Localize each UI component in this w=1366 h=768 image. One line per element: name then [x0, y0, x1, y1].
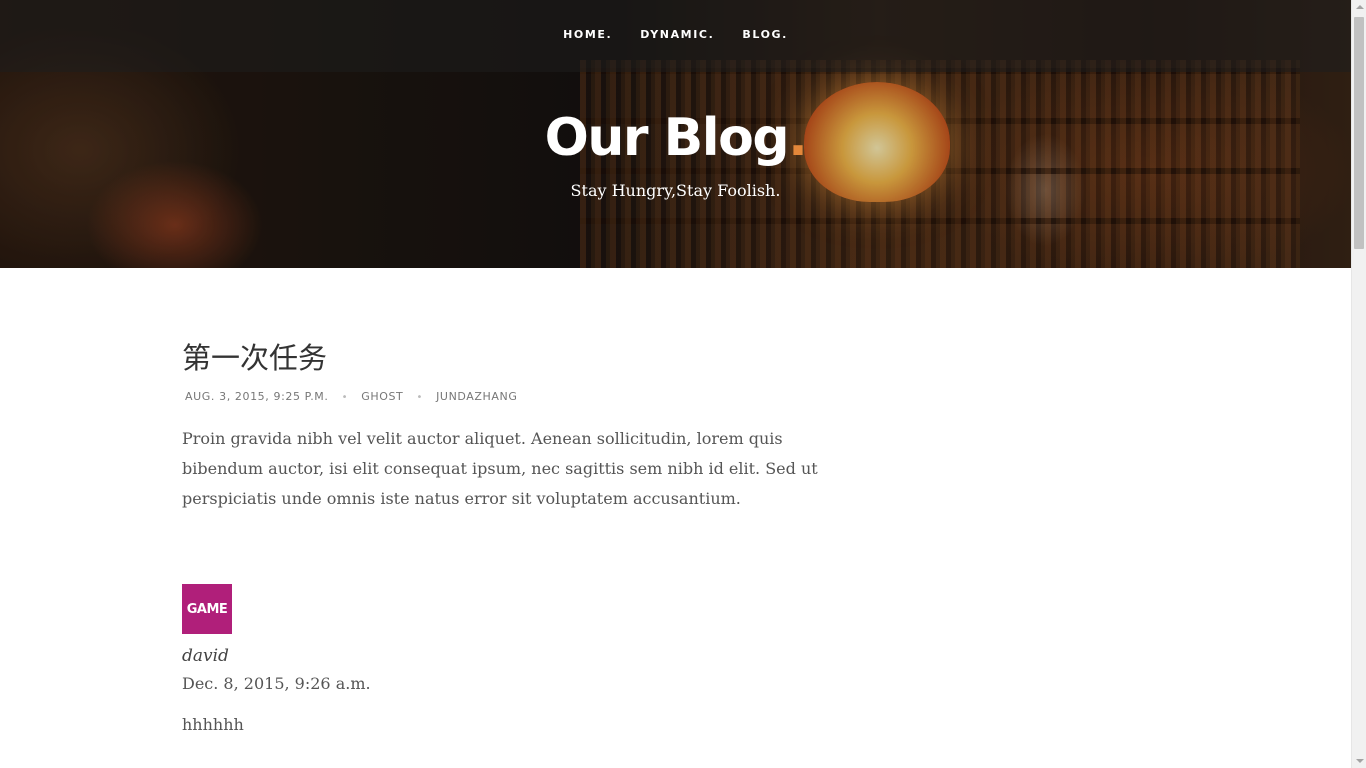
comment-date: Dec. 8, 2015, 9:26 a.m. — [182, 674, 371, 693]
nav-links: HOME. DYNAMIC. BLOG. — [563, 28, 788, 41]
scroll-up-icon[interactable] — [1356, 5, 1364, 9]
avatar: GAME — [182, 584, 232, 634]
nav-dynamic-link[interactable]: DYNAMIC. — [640, 28, 714, 41]
nav-blog-link[interactable]: BLOG. — [742, 28, 788, 41]
post-title[interactable]: 第一次任务 — [182, 338, 822, 378]
nav-home-link[interactable]: HOME. — [563, 28, 612, 41]
blog-post: 第一次任务 AUG. 3, 2015, 9:25 P.M. • GHOST • … — [182, 338, 822, 514]
hero-header: HOME. DYNAMIC. BLOG. Our Blog. Stay Hung… — [0, 0, 1351, 268]
page-scrollbar[interactable] — [1351, 0, 1366, 768]
meta-separator: • — [416, 392, 423, 403]
site-title-dot: . — [788, 108, 808, 168]
comment-text: hhhhhh — [182, 715, 244, 734]
post-author-link[interactable]: JUNDAZHANG — [436, 390, 517, 403]
site-title: Our Blog. — [0, 108, 1351, 168]
post-meta: AUG. 3, 2015, 9:25 P.M. • GHOST • JUNDAZ… — [185, 390, 822, 403]
scroll-down-icon[interactable] — [1356, 759, 1364, 763]
comment: GAME david Dec. 8, 2015, 9:26 a.m. hhhhh… — [182, 584, 822, 734]
scroll-thumb[interactable] — [1354, 17, 1364, 249]
site-title-text: Our Blog — [544, 108, 790, 168]
avatar-logo-text: GAME — [186, 601, 228, 617]
meta-separator: • — [341, 392, 349, 403]
main-content: 第一次任务 AUG. 3, 2015, 9:25 P.M. • GHOST • … — [182, 338, 822, 734]
site-tagline: Stay Hungry,Stay Foolish. — [570, 181, 781, 200]
post-category-link[interactable]: GHOST — [361, 390, 403, 403]
post-body: Proin gravida nibh vel velit auctor aliq… — [182, 429, 818, 508]
top-navbar: HOME. DYNAMIC. BLOG. — [0, 0, 1351, 72]
post-date: AUG. 3, 2015, 9:25 P.M. — [185, 390, 329, 403]
comment-author: david — [182, 646, 229, 666]
